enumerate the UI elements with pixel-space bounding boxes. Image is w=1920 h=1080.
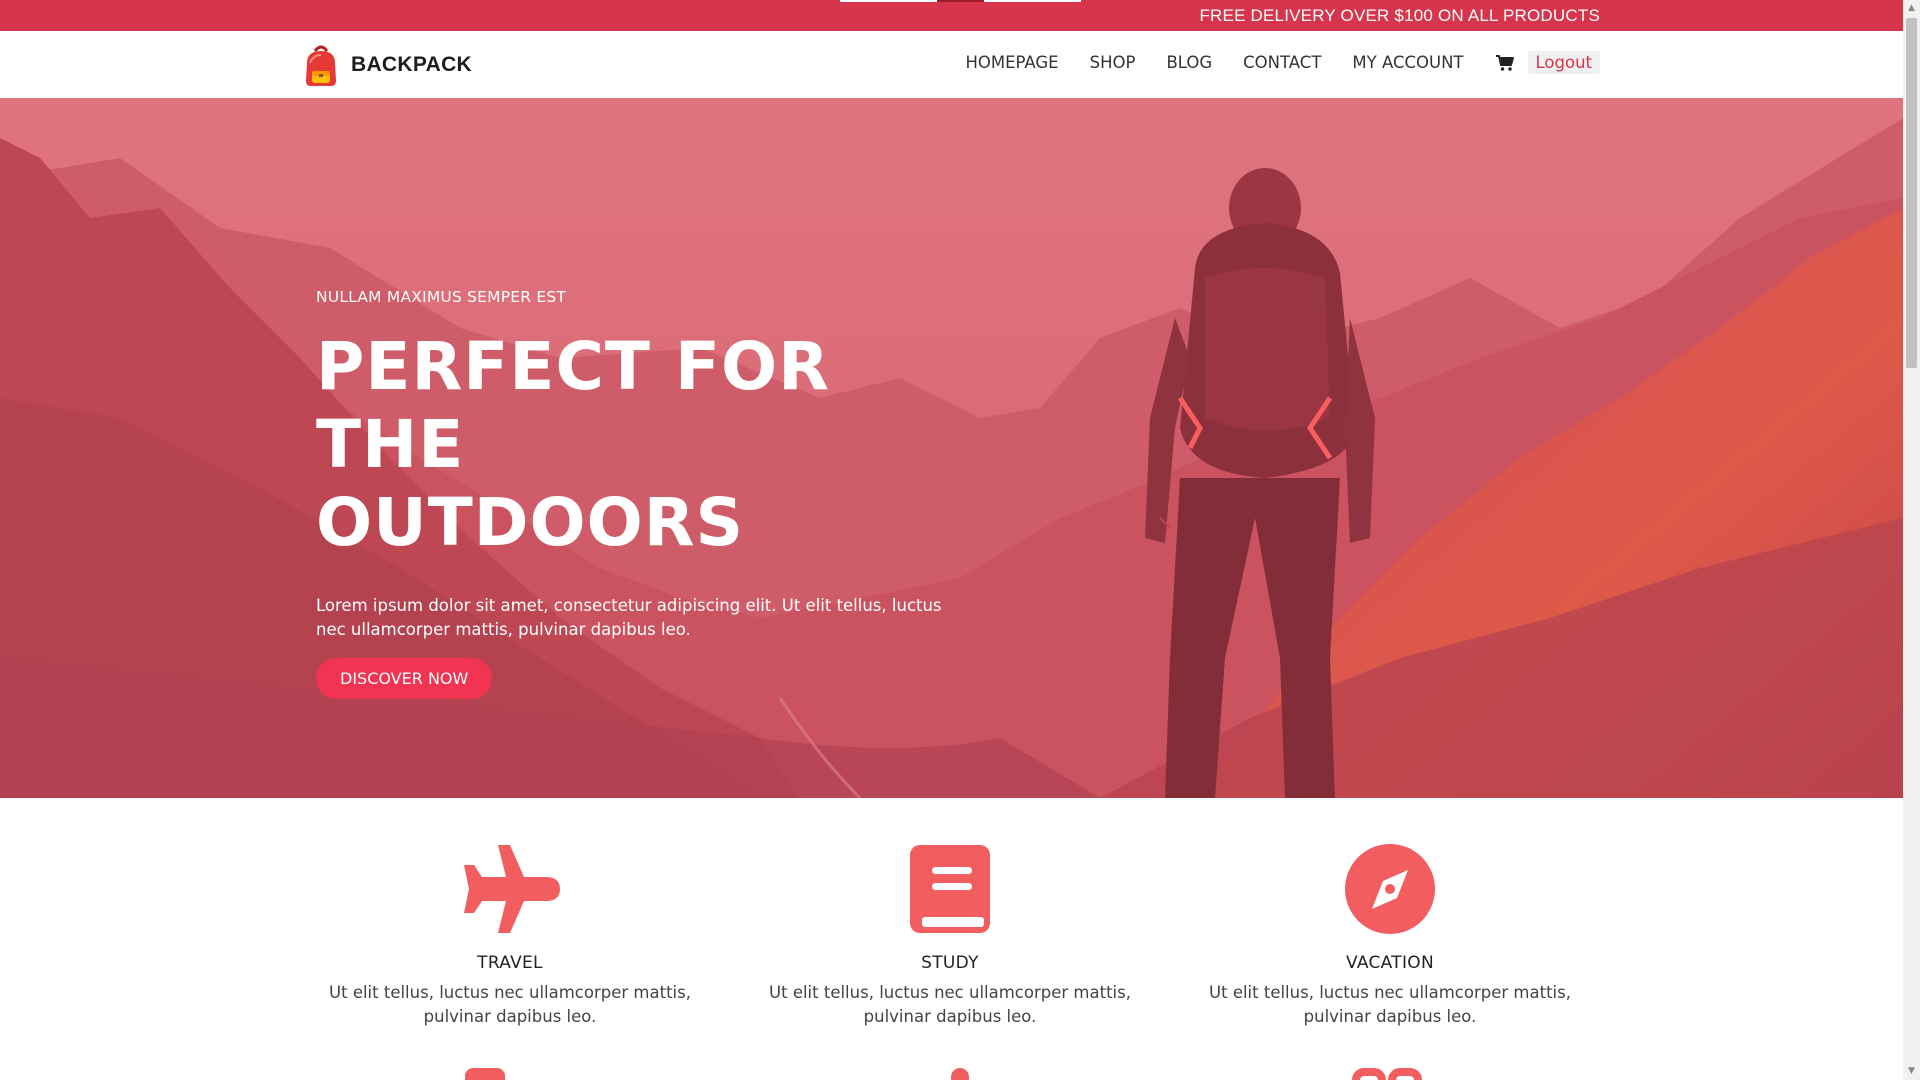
nav-shop[interactable]: SHOP xyxy=(1090,53,1136,72)
next-feature-icon xyxy=(1352,1068,1422,1080)
airplane-icon xyxy=(464,845,560,933)
site-header: BACKPACK HOMEPAGE SHOP BLOG CONTACT MY A… xyxy=(0,31,1903,98)
promo-bar: FREE DELIVERY OVER $100 ON ALL PRODUCTS xyxy=(0,0,1903,31)
feature-text: Ut elit tellus, luctus nec ullamcorper m… xyxy=(1209,983,1571,1026)
nav-contact[interactable]: CONTACT xyxy=(1243,53,1321,72)
next-feature-icon xyxy=(465,1068,505,1080)
logout-button[interactable]: Logout xyxy=(1527,51,1600,74)
nav-homepage[interactable]: HOMEPAGE xyxy=(965,53,1058,72)
vertical-scrollbar[interactable]: ▲ ▼ xyxy=(1903,0,1920,1080)
hero-kicker: NULLAM MAXIMUS SEMPER EST xyxy=(316,288,567,306)
feature-travel: TRAVEL Ut elit tellus, luctus nec ullamc… xyxy=(300,843,720,1029)
hero-title-line: PERFECT FOR THE xyxy=(316,328,830,483)
logo-text: BACKPACK xyxy=(351,53,473,76)
slider-indicator-active[interactable] xyxy=(937,0,984,2)
feature-title: TRAVEL xyxy=(477,953,543,973)
slider-indicator[interactable] xyxy=(984,0,1081,2)
feature-text: Ut elit tellus, luctus nec ullamcorper m… xyxy=(329,983,691,1026)
promo-text: FREE DELIVERY OVER $100 ON ALL PRODUCTS xyxy=(1199,6,1600,25)
next-feature-icon xyxy=(951,1068,969,1080)
compass-icon xyxy=(1345,844,1435,934)
hero-description: Lorem ipsum dolor sit amet, consectetur … xyxy=(316,596,942,639)
backpack-logo-icon xyxy=(306,45,336,86)
logo[interactable]: BACKPACK xyxy=(301,43,472,87)
feature-title: VACATION xyxy=(1346,953,1434,973)
slider-indicator[interactable] xyxy=(840,0,937,2)
nav-my-account[interactable]: MY ACCOUNT xyxy=(1352,53,1463,72)
feature-study: STUDY Ut elit tellus, luctus nec ullamco… xyxy=(740,843,1160,1029)
feature-text: Ut elit tellus, luctus nec ullamcorper m… xyxy=(769,983,1131,1026)
feature-title: STUDY xyxy=(921,953,979,973)
scroll-up-arrow-icon[interactable]: ▲ xyxy=(1903,0,1920,17)
hero-title: PERFECT FOR THE OUTDOORS xyxy=(316,328,956,562)
nav-blog[interactable]: BLOG xyxy=(1166,53,1212,72)
hero-title-line: OUTDOORS xyxy=(316,484,745,561)
shopping-cart-icon[interactable] xyxy=(1495,53,1515,73)
book-icon xyxy=(910,845,990,933)
page: FREE DELIVERY OVER $100 ON ALL PRODUCTS … xyxy=(0,0,1903,1080)
main-nav: HOMEPAGE SHOP BLOG CONTACT MY ACCOUNT Lo… xyxy=(934,51,1600,74)
hero-content: NULLAM MAXIMUS SEMPER EST PERFECT FOR TH… xyxy=(316,288,956,699)
discover-now-button[interactable]: DISCOVER NOW xyxy=(316,658,493,699)
scrollbar-thumb[interactable] xyxy=(1906,18,1917,368)
feature-vacation: VACATION Ut elit tellus, luctus nec ulla… xyxy=(1180,843,1600,1029)
scroll-down-arrow-icon[interactable]: ▼ xyxy=(1903,1063,1920,1080)
hero-banner: NULLAM MAXIMUS SEMPER EST PERFECT FOR TH… xyxy=(0,98,1903,798)
